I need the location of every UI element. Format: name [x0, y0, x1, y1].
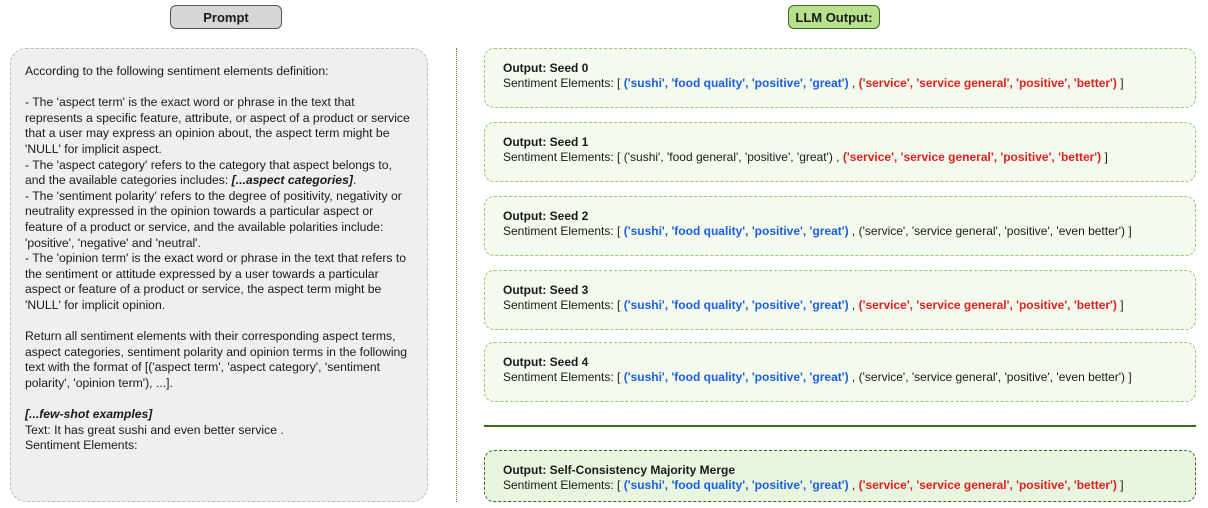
merge-title: Output: Self-Consistency Majority Merge	[503, 463, 736, 477]
seed-output-3: Output: Seed 3 Sentiment Elements: [ ('s…	[484, 270, 1196, 330]
tuple-separator: ,	[848, 298, 859, 312]
tuple-sushi: ('sushi', 'food quality', 'positive', 'g…	[623, 370, 849, 384]
definition-opinion-term: - The 'opinion term' is the exact word o…	[25, 251, 407, 312]
few-shot-placeholder: [...few-shot examples]	[25, 407, 153, 422]
tuple-separator: ,	[848, 224, 859, 238]
elements-close: ]	[1125, 224, 1132, 238]
tuple-service: ('service', 'service general', 'positive…	[858, 224, 1126, 238]
tuple-sushi: ('sushi', 'food quality', 'positive', 'g…	[623, 298, 849, 312]
seed-output-2: Output: Seed 2 Sentiment Elements: [ ('s…	[484, 196, 1196, 256]
seed-output-4: Output: Seed 4 Sentiment Elements: [ ('s…	[484, 342, 1196, 402]
seed-elements: Sentiment Elements: [ ('sushi', 'food ge…	[503, 150, 1195, 165]
elements-close: ]	[1116, 298, 1124, 312]
definition-category-suffix: .	[352, 173, 357, 188]
elements-label: Sentiment Elements: [	[503, 298, 624, 312]
elements-close: ]	[1101, 150, 1108, 164]
elements-close: ]	[1125, 370, 1132, 384]
definition-sentiment-polarity: - The 'sentiment polarity' refers to the…	[25, 188, 402, 250]
seed-title: Output: Seed 1	[503, 135, 589, 149]
seed-title: Output: Seed 2	[503, 209, 589, 223]
prompt-header: Prompt	[170, 5, 282, 29]
seed-title: Output: Seed 4	[503, 355, 589, 369]
seed-output-0: Output: Seed 0 Sentiment Elements: [ ('s…	[484, 48, 1196, 108]
llm-output-header: LLM Output:	[788, 5, 880, 29]
tuple-separator: ,	[832, 150, 843, 164]
tuple-sushi: ('sushi', 'food quality', 'positive', 'g…	[623, 224, 849, 238]
definition-aspect-category: - The 'aspect category' refers to the ca…	[25, 158, 413, 189]
tuple-separator: ,	[848, 76, 859, 90]
elements-close: ]	[1116, 76, 1124, 90]
column-divider	[456, 48, 457, 502]
tuple-service: ('service', 'service general', 'positive…	[858, 370, 1126, 384]
prompt-text-line: Text: It has great sushi and even better…	[25, 422, 284, 437]
seed-title: Output: Seed 0	[503, 61, 589, 75]
tuple-sushi: ('sushi', 'food quality', 'positive', 'g…	[623, 478, 849, 492]
seed-elements: Sentiment Elements: [ ('sushi', 'food qu…	[503, 76, 1195, 91]
prompt-intro: According to the following sentiment ele…	[25, 64, 329, 78]
prompt-instruction: Return all sentiment elements with their…	[25, 329, 408, 390]
prompt-elements-line: Sentiment Elements:	[25, 438, 138, 453]
seed-elements: Sentiment Elements: [ ('sushi', 'food qu…	[503, 224, 1195, 239]
seed-elements: Sentiment Elements: [ ('sushi', 'food qu…	[503, 370, 1195, 385]
elements-label: Sentiment Elements: [	[503, 478, 624, 492]
merge-separator-line	[484, 425, 1196, 427]
elements-label: Sentiment Elements: [	[503, 370, 624, 384]
tuple-separator: ,	[848, 478, 859, 492]
tuple-service: ('service', 'service general', 'positive…	[858, 478, 1117, 492]
elements-label: Sentiment Elements: [	[503, 76, 624, 90]
tuple-separator: ,	[848, 370, 859, 384]
aspect-categories-placeholder: [...aspect categories]	[231, 173, 353, 188]
tuple-sushi: ('sushi', 'food quality', 'positive', 'g…	[623, 76, 849, 90]
definition-aspect-term: - The 'aspect term' is the exact word or…	[25, 95, 410, 156]
majority-merge-output: Output: Self-Consistency Majority Merge …	[484, 450, 1196, 502]
seed-output-1: Output: Seed 1 Sentiment Elements: [ ('s…	[484, 122, 1196, 182]
tuple-sushi: ('sushi', 'food general', 'positive', 'g…	[623, 150, 833, 164]
tuple-service: ('service', 'service general', 'positive…	[858, 298, 1117, 312]
tuple-service: ('service', 'service general', 'positive…	[842, 150, 1102, 164]
tuple-service: ('service', 'service general', 'positive…	[858, 76, 1117, 90]
elements-close: ]	[1116, 478, 1124, 492]
seed-elements: Sentiment Elements: [ ('sushi', 'food qu…	[503, 298, 1195, 313]
elements-label: Sentiment Elements: [	[503, 224, 624, 238]
seed-title: Output: Seed 3	[503, 283, 589, 297]
merge-elements: Sentiment Elements: [ ('sushi', 'food qu…	[503, 478, 1195, 493]
elements-label: Sentiment Elements: [	[503, 150, 624, 164]
prompt-box: According to the following sentiment ele…	[10, 48, 428, 502]
